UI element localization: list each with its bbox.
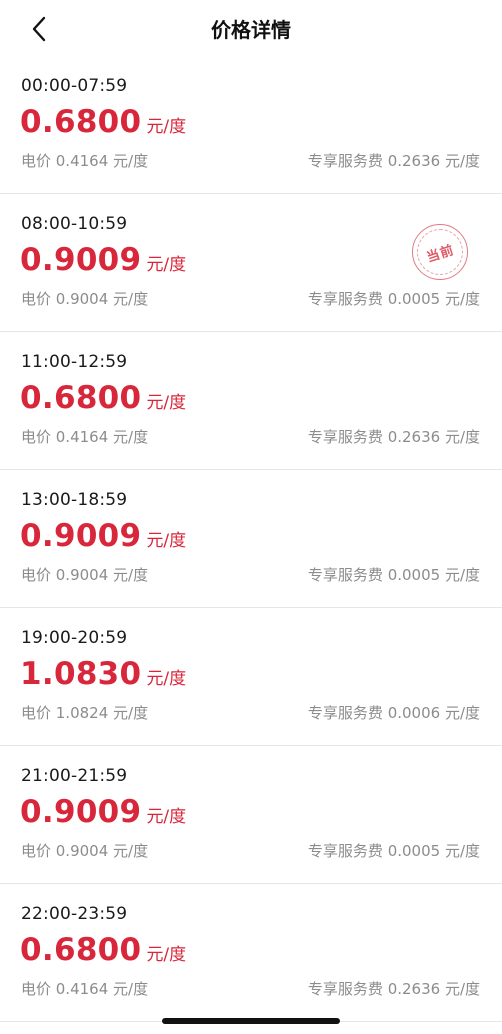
list-item: 11:00-12:59 0.6800 元/度 电价 0.4164 元/度 专享服… <box>0 332 502 470</box>
total-price: 0.6800 元/度 <box>20 932 186 968</box>
time-range: 13:00-18:59 <box>21 490 128 510</box>
current-stamp-label: 当前 <box>424 242 457 266</box>
price-unit: 元/度 <box>146 393 187 413</box>
list-item: 00:00-07:59 0.6800 元/度 电价 0.4164 元/度 专享服… <box>0 56 502 194</box>
time-range: 08:00-10:59 <box>21 214 128 234</box>
price-breakdown: 电价 0.4164 元/度 专享服务费 0.2636 元/度 <box>21 978 480 999</box>
service-fee: 专享服务费 0.2636 元/度 <box>307 428 480 446</box>
list-item: 13:00-18:59 0.9009 元/度 电价 0.9004 元/度 专享服… <box>0 470 502 608</box>
price-unit: 元/度 <box>146 807 187 827</box>
service-fee: 专享服务费 0.0006 元/度 <box>307 704 480 722</box>
price-unit: 元/度 <box>146 945 187 965</box>
nav-bar: 价格详情 <box>0 0 502 56</box>
price-value: 0.9009 <box>20 794 142 830</box>
price-value: 0.6800 <box>20 380 142 416</box>
total-price: 0.9009 元/度 <box>20 242 186 278</box>
electricity-price: 电价 0.9004 元/度 <box>21 842 149 860</box>
total-price: 0.6800 元/度 <box>20 104 186 140</box>
price-unit: 元/度 <box>146 669 187 689</box>
time-range: 21:00-21:59 <box>21 766 128 786</box>
time-range: 11:00-12:59 <box>21 352 128 372</box>
price-unit: 元/度 <box>146 117 187 137</box>
service-fee: 专享服务费 0.0005 元/度 <box>307 290 480 308</box>
price-value: 1.0830 <box>20 656 142 692</box>
total-price: 0.9009 元/度 <box>20 518 186 554</box>
home-indicator[interactable] <box>162 1018 340 1024</box>
electricity-price: 电价 0.4164 元/度 <box>21 152 149 170</box>
electricity-price: 电价 1.0824 元/度 <box>21 704 149 722</box>
time-range: 19:00-20:59 <box>21 628 128 648</box>
page-title: 价格详情 <box>211 18 291 42</box>
service-fee: 专享服务费 0.2636 元/度 <box>307 980 480 998</box>
price-value: 0.6800 <box>20 932 142 968</box>
total-price: 0.6800 元/度 <box>20 380 186 416</box>
price-unit: 元/度 <box>146 531 187 551</box>
time-range: 22:00-23:59 <box>21 904 128 924</box>
electricity-price: 电价 0.4164 元/度 <box>21 428 149 446</box>
price-list: 00:00-07:59 0.6800 元/度 电价 0.4164 元/度 专享服… <box>0 56 502 1022</box>
service-fee: 专享服务费 0.0005 元/度 <box>307 566 480 584</box>
price-breakdown: 电价 0.9004 元/度 专享服务费 0.0005 元/度 <box>21 564 480 585</box>
current-stamp: 当前 <box>412 224 468 280</box>
price-value: 0.6800 <box>20 104 142 140</box>
price-value: 0.9009 <box>20 518 142 554</box>
time-range: 00:00-07:59 <box>21 76 128 96</box>
list-item: 21:00-21:59 0.9009 元/度 电价 0.9004 元/度 专享服… <box>0 746 502 884</box>
list-item: 19:00-20:59 1.0830 元/度 电价 1.0824 元/度 专享服… <box>0 608 502 746</box>
price-breakdown: 电价 0.4164 元/度 专享服务费 0.2636 元/度 <box>21 426 480 447</box>
list-item: 22:00-23:59 0.6800 元/度 电价 0.4164 元/度 专享服… <box>0 884 502 1022</box>
price-breakdown: 电价 0.4164 元/度 专享服务费 0.2636 元/度 <box>21 150 480 171</box>
electricity-price: 电价 0.9004 元/度 <box>21 290 149 308</box>
price-unit: 元/度 <box>146 255 187 275</box>
price-breakdown: 电价 1.0824 元/度 专享服务费 0.0006 元/度 <box>21 702 480 723</box>
total-price: 1.0830 元/度 <box>20 656 186 692</box>
price-breakdown: 电价 0.9004 元/度 专享服务费 0.0005 元/度 <box>21 840 480 861</box>
price-value: 0.9009 <box>20 242 142 278</box>
service-fee: 专享服务费 0.0005 元/度 <box>307 842 480 860</box>
list-item: 08:00-10:59 0.9009 元/度 当前 电价 0.9004 元/度 … <box>0 194 502 332</box>
price-breakdown: 电价 0.9004 元/度 专享服务费 0.0005 元/度 <box>21 288 480 309</box>
electricity-price: 电价 0.9004 元/度 <box>21 566 149 584</box>
service-fee: 专享服务费 0.2636 元/度 <box>307 152 480 170</box>
electricity-price: 电价 0.4164 元/度 <box>21 980 149 998</box>
total-price: 0.9009 元/度 <box>20 794 186 830</box>
